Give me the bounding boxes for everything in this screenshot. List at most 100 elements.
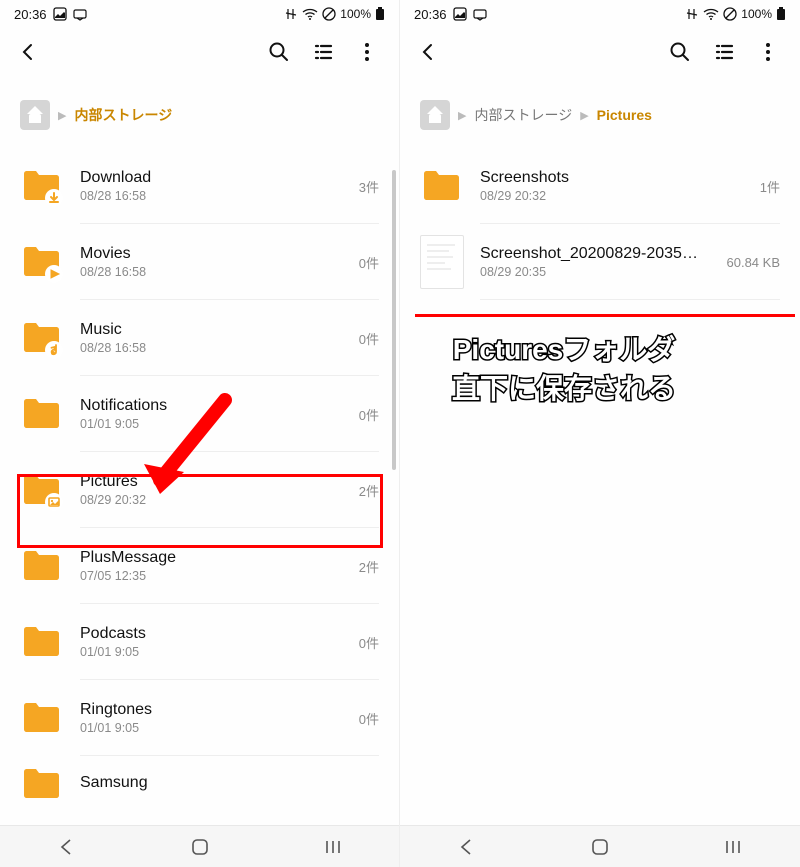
search-icon (268, 41, 290, 63)
list-item[interactable]: Screenshots 08/29 20:32 1件 (400, 148, 800, 224)
view-toggle-button[interactable] (301, 30, 345, 74)
nav-back[interactable] (37, 837, 97, 857)
item-meta: 60.84 KB (719, 255, 781, 270)
list-item[interactable]: PlusMessage 07/05 12:35 2件 (0, 528, 399, 604)
search-button[interactable] (257, 30, 301, 74)
list-item[interactable]: Music 08/28 16:58 0件 (0, 300, 399, 376)
list-item[interactable]: Podcasts 01/01 9:05 0件 (0, 604, 399, 680)
item-meta: 0件 (351, 329, 379, 348)
folder-icon (20, 392, 64, 436)
home-icon[interactable] (420, 100, 450, 130)
home-icon[interactable] (20, 100, 50, 130)
item-date: 01/01 9:05 (80, 721, 335, 735)
battery-icon (375, 7, 385, 21)
status-time: 20:36 (14, 7, 47, 22)
no-sim-icon (723, 7, 737, 21)
item-name: Notifications (80, 397, 335, 415)
battery-percent: 100% (741, 7, 772, 21)
back-button[interactable] (6, 30, 50, 74)
item-date: 08/29 20:32 (480, 189, 736, 203)
item-date: 08/28 16:58 (80, 189, 335, 203)
phone-left: 20:36 100% (0, 0, 400, 867)
status-bar: 20:36 100% (0, 0, 399, 28)
breadcrumb-parent[interactable]: 内部ストレージ (474, 105, 572, 125)
list-icon (713, 41, 735, 63)
item-date: 08/28 16:58 (80, 265, 335, 279)
folder-icon (20, 468, 64, 512)
annotation-text: Picturesフォルダ 直下に保存される (452, 330, 676, 408)
list-item[interactable]: Screenshot_20200829-203549.png 08/29 20:… (400, 224, 800, 300)
scrollbar[interactable] (392, 170, 396, 470)
nav-back[interactable] (437, 837, 497, 857)
breadcrumb-current[interactable]: 内部ストレージ (74, 105, 172, 125)
item-date: 01/01 9:05 (80, 645, 335, 659)
chevron-right-icon: ▶ (58, 109, 66, 122)
item-meta: 0件 (351, 253, 379, 272)
list-item[interactable]: Notifications 01/01 9:05 0件 (0, 376, 399, 452)
folder-icon (20, 620, 64, 664)
breadcrumb[interactable]: ▶ 内部ストレージ ▶ Pictures (400, 76, 800, 148)
app-bar (0, 28, 399, 76)
breadcrumb[interactable]: ▶ 内部ストレージ (0, 76, 399, 148)
menu-button[interactable] (746, 30, 790, 74)
item-date: 01/01 9:05 (80, 417, 335, 431)
item-meta: 0件 (351, 405, 379, 424)
list-icon (312, 41, 334, 63)
item-name: Ringtones (80, 701, 335, 719)
item-meta: 0件 (351, 633, 379, 652)
nav-home[interactable] (170, 837, 230, 857)
folder-icon (20, 240, 64, 284)
status-bar: 20:36 100% (400, 0, 800, 28)
item-name: Podcasts (80, 625, 335, 643)
app-bar (400, 28, 800, 76)
phone-right: 20:36 100% (400, 0, 800, 867)
status-time: 20:36 (414, 7, 447, 22)
folder-icon (20, 696, 64, 740)
chevron-right-icon: ▶ (580, 109, 588, 122)
keyboard-icon (473, 7, 487, 21)
item-name: Movies (80, 245, 335, 263)
item-meta: 2件 (351, 481, 379, 500)
item-date: 07/05 12:35 (80, 569, 335, 583)
nav-recents[interactable] (303, 837, 363, 857)
item-name: Screenshots (480, 169, 736, 187)
folder-list[interactable]: Screenshots 08/29 20:32 1件 Screenshot_20… (400, 148, 800, 825)
folder-icon (20, 762, 64, 806)
wifi-icon (302, 8, 318, 20)
breadcrumb-current[interactable]: Pictures (597, 107, 652, 123)
keyboard-icon (73, 7, 87, 21)
item-name: Samsung (80, 774, 379, 792)
item-meta: 1件 (752, 177, 780, 196)
item-meta: 3件 (351, 177, 379, 196)
item-meta: 0件 (351, 709, 379, 728)
image-icon (453, 7, 467, 21)
item-date: 08/28 16:58 (80, 341, 335, 355)
list-item[interactable]: Samsung (0, 756, 399, 806)
chevron-left-icon (417, 41, 439, 63)
search-button[interactable] (658, 30, 702, 74)
list-item[interactable]: Pictures 08/29 20:32 2件 (0, 452, 399, 528)
system-nav (400, 825, 800, 867)
kebab-icon (356, 41, 378, 63)
item-name: Screenshot_20200829-203549.png (480, 245, 703, 263)
item-name: Download (80, 169, 335, 187)
back-button[interactable] (406, 30, 450, 74)
image-icon (53, 7, 67, 21)
nav-recents[interactable] (703, 837, 763, 857)
folder-list[interactable]: Download 08/28 16:58 3件 Movies 08/28 16:… (0, 148, 399, 825)
item-name: PlusMessage (80, 549, 335, 567)
view-toggle-button[interactable] (702, 30, 746, 74)
kebab-icon (757, 41, 779, 63)
item-date: 08/29 20:32 (80, 493, 335, 507)
list-item[interactable]: Download 08/28 16:58 3件 (0, 148, 399, 224)
chevron-right-icon: ▶ (458, 109, 466, 122)
list-item[interactable]: Ringtones 01/01 9:05 0件 (0, 680, 399, 756)
menu-button[interactable] (345, 30, 389, 74)
no-sim-icon (322, 7, 336, 21)
nav-home[interactable] (570, 837, 630, 857)
file-thumbnail (420, 235, 464, 289)
chevron-left-icon (17, 41, 39, 63)
list-item[interactable]: Movies 08/28 16:58 0件 (0, 224, 399, 300)
mute-icon (685, 7, 699, 21)
battery-percent: 100% (340, 7, 371, 21)
